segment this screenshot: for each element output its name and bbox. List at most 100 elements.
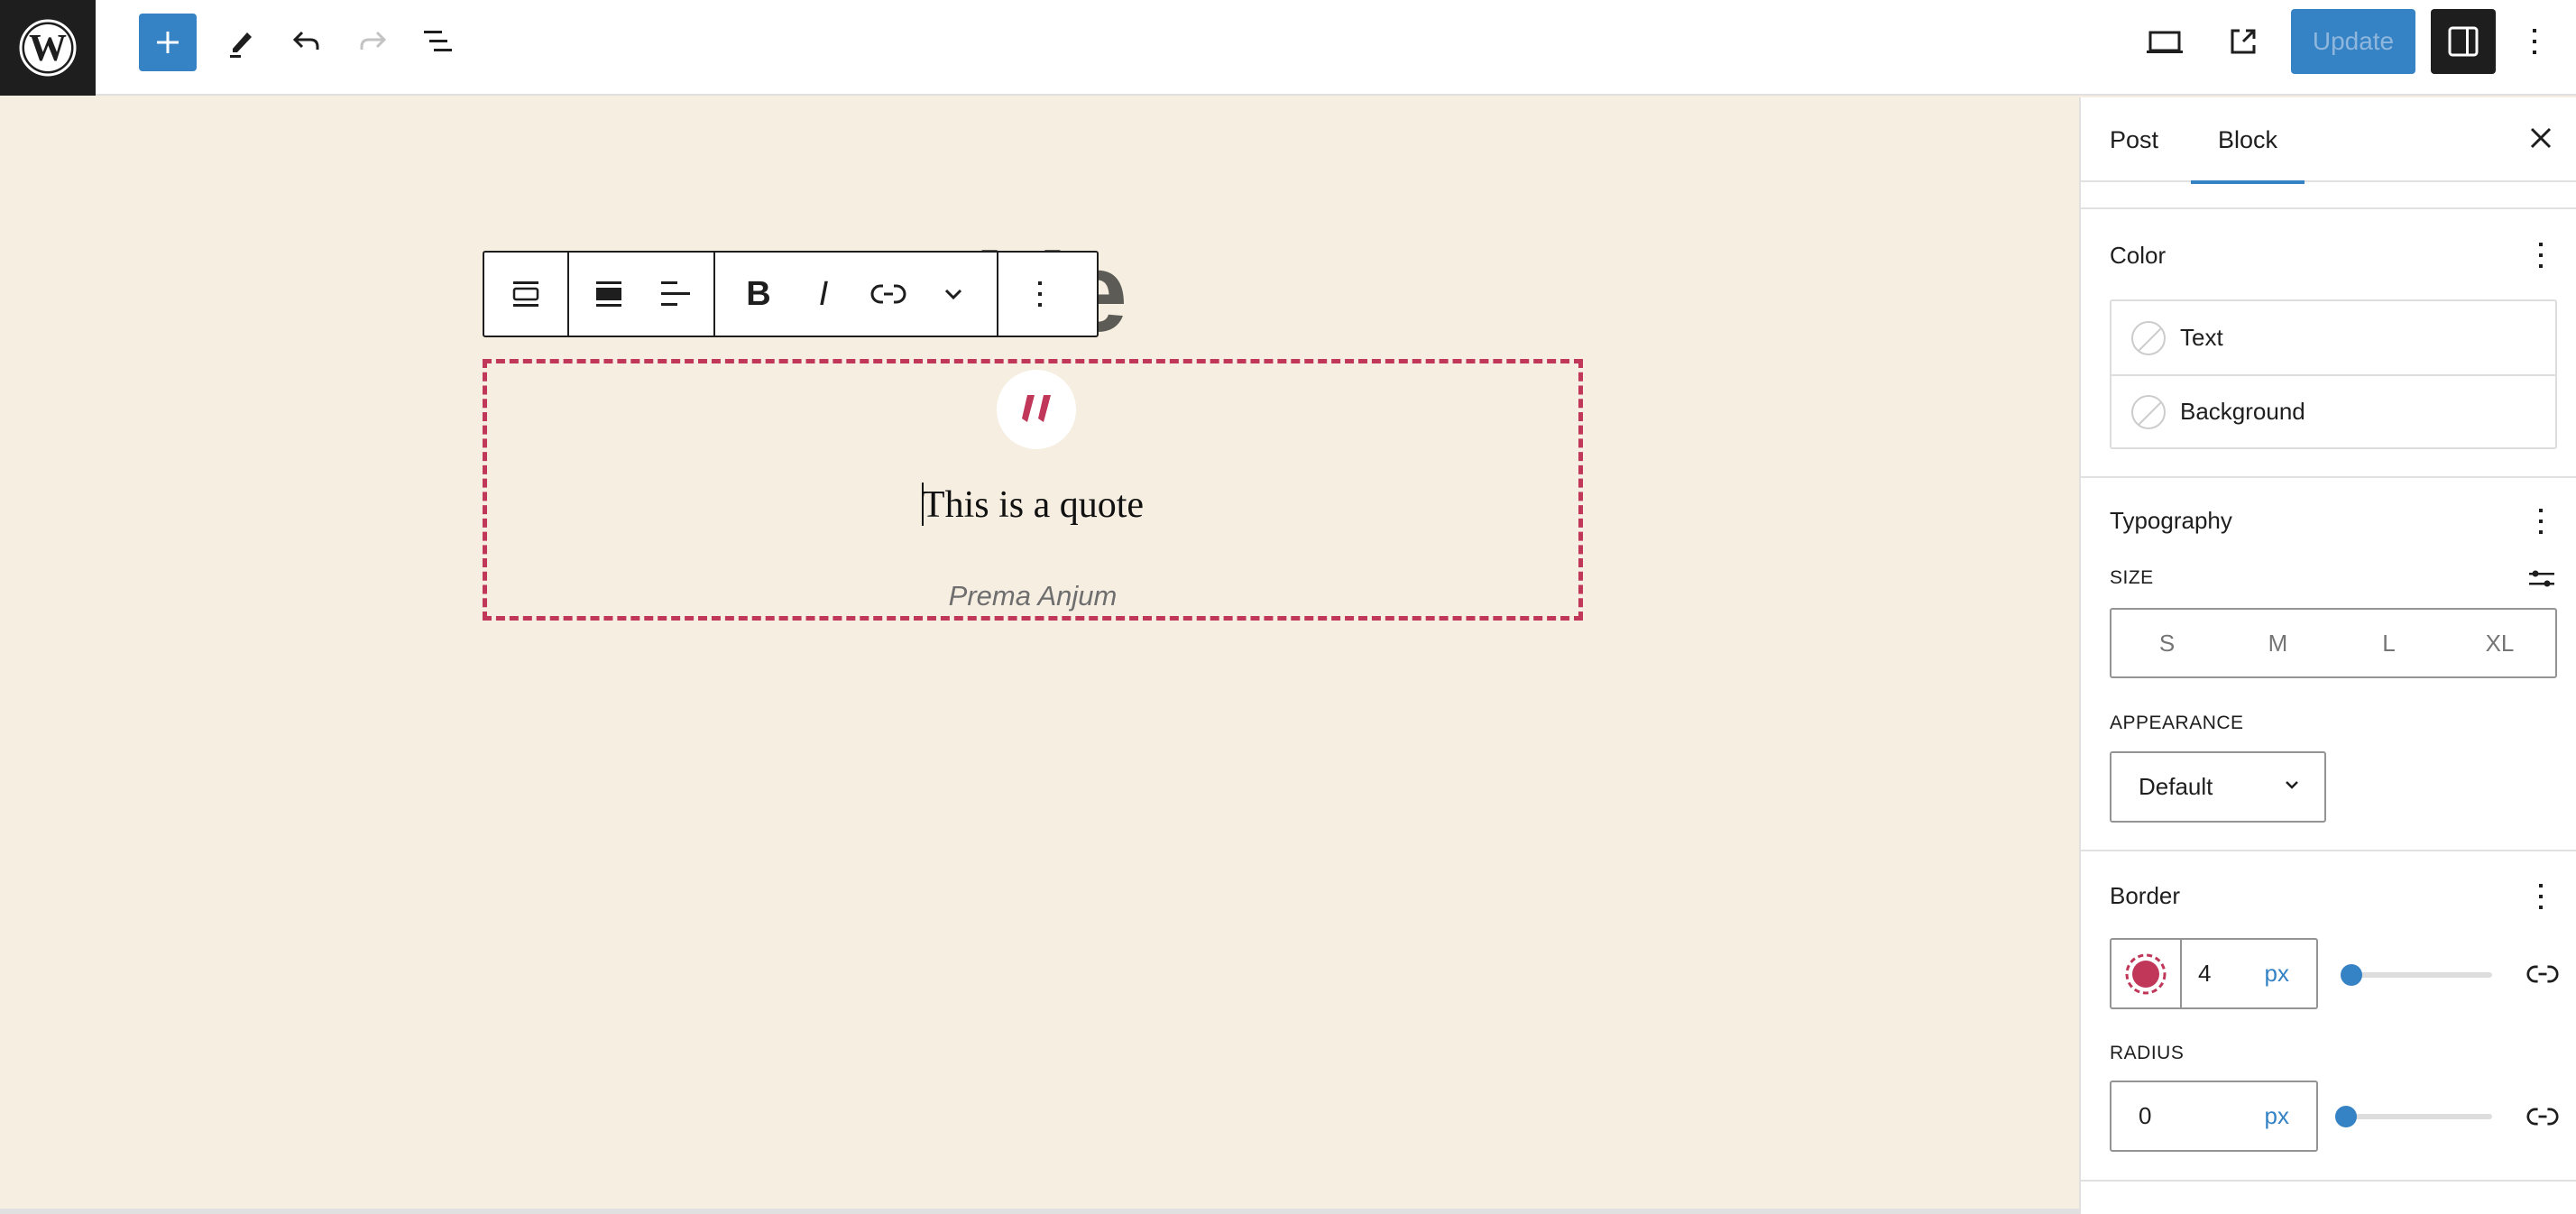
quote-text[interactable]: This is a quote [487,483,1578,527]
close-icon [2530,127,2552,149]
divider [2081,850,2576,851]
quote-block[interactable]: This is a quote Prema Anjum [483,359,1583,621]
plus-icon [157,32,179,53]
text-color-option[interactable]: Text [2111,301,2555,374]
wordpress-logo-icon: W [19,19,77,77]
bold-button[interactable]: B [726,262,791,326]
svg-text:W: W [29,28,67,69]
background-color-label: Background [2180,398,2305,425]
radius-label: RADIUS [2110,1043,2185,1063]
preview-button[interactable] [2214,13,2272,70]
align-button[interactable] [576,262,641,326]
close-sidebar-button[interactable] [2514,111,2568,165]
chevron-down-icon [2286,781,2298,789]
tools-button[interactable] [213,13,271,70]
quote-text-content: This is a quote [921,484,1145,526]
divider [2081,476,2576,478]
undo-button[interactable] [278,13,336,70]
settings-toggle-button[interactable] [2431,9,2496,74]
add-block-button[interactable] [139,14,197,71]
border-width-slider-thumb[interactable] [2341,964,2362,986]
size-option-s[interactable]: S [2111,610,2222,676]
settings-sidebar: Post Block Color Text Background Typogra… [2079,97,2576,1214]
radius-value: 0 [2139,1102,2152,1129]
unlink-sides-button[interactable] [2521,952,2564,996]
more-vertical-icon [1038,281,1042,307]
block-toolbar: B I [483,251,1099,337]
link-icon [870,284,906,304]
size-option-l[interactable]: L [2333,610,2444,676]
more-formatting-button[interactable] [921,262,986,326]
italic-button[interactable]: I [791,262,856,326]
tab-post[interactable]: Post [2110,97,2158,182]
no-color-swatch-icon [2131,320,2166,355]
list-view-button[interactable] [409,13,466,70]
undo-icon [292,31,319,50]
color-options-box: Text Background [2110,299,2557,449]
appearance-label: APPEARANCE [2110,713,2244,733]
link-button[interactable] [856,262,921,326]
more-vertical-icon [2539,509,2543,534]
options-button[interactable] [2506,13,2563,70]
quote-block-icon [512,281,539,307]
text-align-button[interactable] [641,262,706,326]
align-left-icon [661,281,690,306]
redo-button[interactable] [344,13,401,70]
settings-sliders-icon [2529,570,2554,587]
align-wide-icon [596,281,621,307]
radius-slider-thumb[interactable] [2335,1106,2357,1127]
more-vertical-icon [2533,29,2536,54]
appearance-value: Default [2139,773,2213,800]
font-size-picker: S M L XL [2110,608,2557,678]
pencil-icon [230,32,252,58]
more-vertical-icon [2539,243,2543,268]
options-group [998,253,1081,336]
background-color-option[interactable]: Background [2111,374,2555,447]
border-options-button[interactable] [2523,878,2559,915]
radius-input[interactable]: 0 px [2111,1082,2316,1150]
redo-icon [360,31,387,50]
no-color-swatch-icon [2131,394,2166,429]
quote-mark-icon [997,370,1076,449]
alignment-group [569,253,715,336]
block-type-button[interactable] [493,262,558,326]
border-panel-title: Border [2110,882,2181,909]
divider [2081,207,2576,209]
update-button[interactable]: Update [2291,9,2415,74]
link-icon [2526,1108,2559,1126]
block-options-button[interactable] [1007,262,1072,326]
typography-panel-title: Typography [2110,507,2232,534]
tab-block[interactable]: Block [2190,97,2305,184]
radius-slider[interactable] [2335,1106,2492,1127]
typography-options-button[interactable] [2523,503,2559,539]
list-view-icon [424,31,452,51]
color-options-button[interactable] [2523,237,2559,273]
appearance-select[interactable]: Default [2110,751,2326,823]
border-color-button[interactable] [2111,940,2182,1007]
color-panel-title: Color [2110,242,2167,269]
size-option-m[interactable]: M [2222,610,2333,676]
more-vertical-icon [2539,884,2543,909]
border-width-unit-select[interactable]: px [2265,960,2289,988]
border-color-swatch-icon [2125,953,2167,994]
sidebar-toggle-icon [2448,26,2479,57]
view-button[interactable] [2136,13,2194,70]
radius-unit-select[interactable]: px [2265,1102,2289,1130]
border-width-value: 4 [2198,960,2212,987]
size-option-xl[interactable]: XL [2444,610,2555,676]
bold-icon: B [746,274,771,313]
external-link-icon [2231,29,2256,54]
formatting-group: B I [715,253,998,336]
quote-citation[interactable]: Prema Anjum [487,580,1578,612]
custom-size-button[interactable] [2523,561,2559,597]
wordpress-logo-button[interactable]: W [0,0,96,96]
editor-top-bar: W Update [0,0,2576,96]
sidebar-tabs: Post Block [2081,97,2576,184]
italic-icon: I [818,274,829,313]
border-width-input[interactable]: 4 px [2182,940,2316,1007]
divider [2081,1180,2576,1182]
border-width-slider[interactable] [2341,964,2492,986]
block-type-group [484,253,569,336]
unlink-corners-button[interactable] [2521,1095,2564,1138]
text-color-label: Text [2180,324,2223,351]
